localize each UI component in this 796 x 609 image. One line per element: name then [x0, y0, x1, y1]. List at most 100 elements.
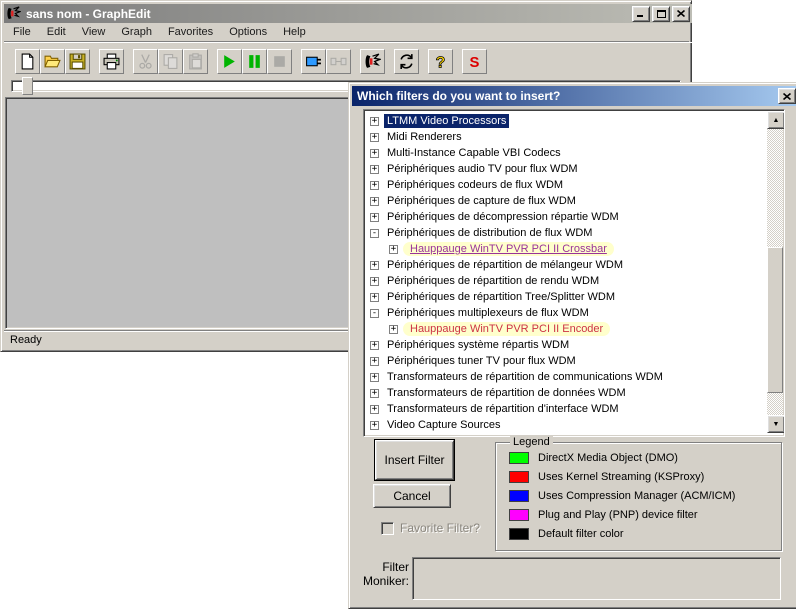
- help-button[interactable]: ?: [428, 49, 453, 74]
- dialog-titlebar[interactable]: Which filters do you want to insert?: [352, 86, 796, 106]
- filter-moniker-field[interactable]: [412, 557, 781, 600]
- maximize-button[interactable]: [652, 6, 670, 22]
- cancel-button[interactable]: Cancel: [373, 484, 451, 508]
- tree-item-label[interactable]: Périphériques de répartition de mélangeu…: [384, 258, 626, 272]
- tree-item-label[interactable]: Périphériques de distribution de flux WD…: [384, 226, 595, 240]
- menu-help[interactable]: Help: [275, 24, 314, 40]
- insert-filter-button[interactable]: [301, 49, 326, 74]
- tree-item[interactable]: + Périphériques tuner TV pour flux WDM: [368, 353, 764, 369]
- refresh-button[interactable]: [394, 49, 419, 74]
- tree-item-label[interactable]: Multi-Instance Capable VBI Codecs: [384, 146, 564, 160]
- tree-item[interactable]: + Périphériques de décompression répartie…: [368, 209, 764, 225]
- tree-item[interactable]: + Video Capture Sources: [368, 417, 764, 433]
- tree-scrollbar[interactable]: ▲ ▼: [767, 111, 783, 433]
- tree-item-label[interactable]: Transformateurs de répartition d'interfa…: [384, 402, 622, 416]
- tree-item-label[interactable]: Périphériques codeurs de flux WDM: [384, 178, 566, 192]
- expand-icon[interactable]: +: [370, 277, 379, 286]
- favorite-filter-checkbox[interactable]: [381, 522, 394, 535]
- menu-options[interactable]: Options: [221, 24, 275, 40]
- tree-item-label[interactable]: Transformateurs de répartition de commun…: [384, 370, 666, 384]
- tree-item-label[interactable]: Périphériques de décompression répartie …: [384, 210, 622, 224]
- expand-icon[interactable]: +: [370, 197, 379, 206]
- tree-item[interactable]: + Périphériques codeurs de flux WDM: [368, 177, 764, 193]
- collapse-icon[interactable]: -: [370, 309, 379, 318]
- tree-item[interactable]: + Périphériques de capture de flux WDM: [368, 193, 764, 209]
- expand-icon[interactable]: +: [370, 293, 379, 302]
- tree-item[interactable]: + Transformateurs de répartition de donné…: [368, 385, 764, 401]
- save-button[interactable]: [65, 49, 90, 74]
- tree-item[interactable]: + Périphériques de répartition Tree/Split…: [368, 289, 764, 305]
- close-button[interactable]: [672, 6, 690, 22]
- new-document-icon: [19, 53, 36, 70]
- tree-item[interactable]: + Hauppauge WinTV PVR PCI II Encoder: [368, 321, 764, 337]
- tree-item-label[interactable]: Périphériques tuner TV pour flux WDM: [384, 354, 579, 368]
- connect-pins-button[interactable]: [326, 49, 351, 74]
- tree-item[interactable]: + Périphériques de répartition de mélange…: [368, 257, 764, 273]
- tree-item[interactable]: + LTMM Video Processors: [368, 113, 764, 129]
- scroll-up-icon[interactable]: ▲: [767, 111, 785, 129]
- stats-s-button[interactable]: S: [462, 49, 487, 74]
- pause-button[interactable]: [242, 49, 267, 74]
- expand-icon[interactable]: +: [370, 133, 379, 142]
- tree-item-label[interactable]: Hauppauge WinTV PVR PCI II Crossbar: [403, 242, 614, 256]
- expand-icon[interactable]: +: [370, 165, 379, 174]
- tree-item[interactable]: + Transformateurs de répartition d'interf…: [368, 401, 764, 417]
- tree-item[interactable]: + Périphériques audio TV pour flux WDM: [368, 161, 764, 177]
- tree-item-label[interactable]: Périphériques multiplexeurs de flux WDM: [384, 306, 592, 320]
- tree-item[interactable]: + Hauppauge WinTV PVR PCI II Crossbar: [368, 241, 764, 257]
- open-folder-button[interactable]: [40, 49, 65, 74]
- expand-icon[interactable]: +: [370, 341, 379, 350]
- collapse-icon[interactable]: -: [370, 229, 379, 238]
- copy-button[interactable]: [158, 49, 183, 74]
- tree-item-label[interactable]: Hauppauge WinTV PVR PCI II Encoder: [403, 322, 610, 336]
- paste-button[interactable]: [183, 49, 208, 74]
- expand-icon[interactable]: +: [370, 117, 379, 126]
- tree-item[interactable]: + Transformateurs de répartition de commu…: [368, 369, 764, 385]
- stop-button[interactable]: [267, 49, 292, 74]
- tree-item-label[interactable]: Video Capture Sources: [384, 418, 504, 432]
- tree-item-label[interactable]: Midi Renderers: [384, 130, 465, 144]
- tree-item[interactable]: -Périphériques multiplexeurs de flux WDM: [368, 305, 764, 321]
- expand-icon[interactable]: +: [370, 261, 379, 270]
- tree-item-label[interactable]: Périphériques de répartition Tree/Splitt…: [384, 290, 618, 304]
- menu-edit[interactable]: Edit: [39, 24, 74, 40]
- cut-button[interactable]: [133, 49, 158, 74]
- expand-icon[interactable]: +: [370, 357, 379, 366]
- expand-icon[interactable]: +: [370, 181, 379, 190]
- print-button[interactable]: [99, 49, 124, 74]
- dialog-close-button[interactable]: [778, 88, 796, 104]
- tree-item-label[interactable]: Transformateurs de répartition de donnée…: [384, 386, 629, 400]
- tree-item-label[interactable]: Périphériques de capture de flux WDM: [384, 194, 579, 208]
- tree-item[interactable]: -Périphériques de distribution de flux W…: [368, 225, 764, 241]
- minimize-button[interactable]: [632, 6, 650, 22]
- tree-item-label[interactable]: Périphériques de répartition de rendu WD…: [384, 274, 602, 288]
- play-button[interactable]: [217, 49, 242, 74]
- insert-filter-button[interactable]: Insert Filter: [374, 439, 455, 481]
- scroll-down-icon[interactable]: ▼: [767, 415, 785, 433]
- tree-item-label[interactable]: Périphériques audio TV pour flux WDM: [384, 162, 581, 176]
- scrollbar-thumb[interactable]: [767, 247, 783, 393]
- expand-icon[interactable]: +: [389, 325, 398, 334]
- expand-icon[interactable]: +: [370, 213, 379, 222]
- menu-favorites[interactable]: Favorites: [160, 24, 221, 40]
- tree-item[interactable]: + Périphériques système répartis WDM: [368, 337, 764, 353]
- tree-item-label[interactable]: Périphériques système répartis WDM: [384, 338, 572, 352]
- window-titlebar[interactable]: sans nom - GraphEdit: [4, 4, 692, 23]
- trackbar-thumb[interactable]: [22, 77, 33, 95]
- expand-icon[interactable]: +: [370, 373, 379, 382]
- menu-view[interactable]: View: [74, 24, 114, 40]
- graphedit-logo-button[interactable]: [360, 49, 385, 74]
- tree-item[interactable]: + Midi Renderers: [368, 129, 764, 145]
- tree-item-label[interactable]: LTMM Video Processors: [384, 114, 509, 128]
- new-document-button[interactable]: [15, 49, 40, 74]
- menu-file[interactable]: File: [5, 24, 39, 40]
- expand-icon[interactable]: +: [370, 421, 379, 430]
- tree-item[interactable]: + Périphériques de répartition de rendu W…: [368, 273, 764, 289]
- expand-icon[interactable]: +: [370, 405, 379, 414]
- expand-icon[interactable]: +: [370, 149, 379, 158]
- expand-icon[interactable]: +: [389, 245, 398, 254]
- menu-graph[interactable]: Graph: [113, 24, 160, 40]
- tree-item[interactable]: + Multi-Instance Capable VBI Codecs: [368, 145, 764, 161]
- filter-tree-list[interactable]: + LTMM Video Processors + Midi Renderers + Mu…: [363, 109, 785, 437]
- expand-icon[interactable]: +: [370, 389, 379, 398]
